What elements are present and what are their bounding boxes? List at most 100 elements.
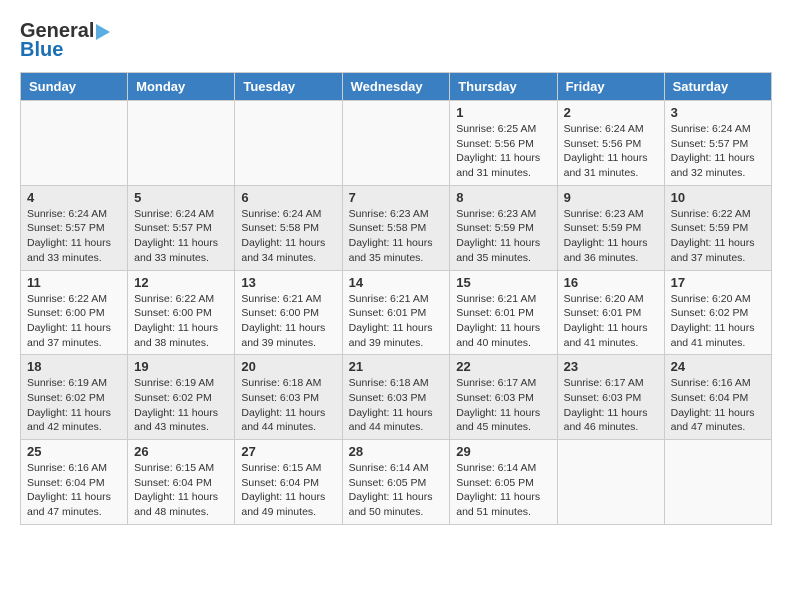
day-info: Sunrise: 6:17 AMSunset: 6:03 PMDaylight:… [456,376,550,435]
day-number: 23 [564,359,658,374]
day-info: Sunrise: 6:21 AMSunset: 6:01 PMDaylight:… [349,292,444,351]
calendar-day-cell: 14 Sunrise: 6:21 AMSunset: 6:01 PMDayligh… [342,270,450,355]
day-info: Sunrise: 6:21 AMSunset: 6:00 PMDaylight:… [241,292,335,351]
day-info: Sunrise: 6:24 AMSunset: 5:58 PMDaylight:… [241,207,335,266]
day-number: 6 [241,190,335,205]
day-number: 15 [456,275,550,290]
day-info: Sunrise: 6:15 AMSunset: 6:04 PMDaylight:… [241,461,335,520]
calendar-day-cell: 9 Sunrise: 6:23 AMSunset: 5:59 PMDaylight… [557,185,664,270]
day-number: 8 [456,190,550,205]
day-info: Sunrise: 6:22 AMSunset: 6:00 PMDaylight:… [134,292,228,351]
calendar-day-cell: 19 Sunrise: 6:19 AMSunset: 6:02 PMDayligh… [128,355,235,440]
day-number: 20 [241,359,335,374]
day-number: 25 [27,444,121,459]
calendar-day-cell: 4Sunrise: 6:24 AMSunset: 5:57 PMDaylight… [21,185,128,270]
calendar-day-cell: 11 Sunrise: 6:22 AMSunset: 6:00 PMDayligh… [21,270,128,355]
day-info: Sunrise: 6:16 AMSunset: 6:04 PMDaylight:… [27,461,121,520]
day-number: 16 [564,275,658,290]
day-info: Sunrise: 6:25 AMSunset: 5:56 PMDaylight:… [456,122,550,181]
calendar-week-row: 25 Sunrise: 6:16 AMSunset: 6:04 PMDayligh… [21,440,772,525]
day-info: Sunrise: 6:14 AMSunset: 6:05 PMDaylight:… [456,461,550,520]
calendar-header-row: SundayMondayTuesdayWednesdayThursdayFrid… [21,73,772,101]
day-of-week-header: Wednesday [342,73,450,101]
day-info: Sunrise: 6:18 AMSunset: 6:03 PMDaylight:… [349,376,444,435]
day-number: 14 [349,275,444,290]
day-number: 22 [456,359,550,374]
day-number: 26 [134,444,228,459]
calendar-day-cell: 10 Sunrise: 6:22 AMSunset: 5:59 PMDayligh… [664,185,771,270]
calendar-day-cell: 21 Sunrise: 6:18 AMSunset: 6:03 PMDayligh… [342,355,450,440]
day-number: 12 [134,275,228,290]
day-info: Sunrise: 6:17 AMSunset: 6:03 PMDaylight:… [564,376,658,435]
calendar-day-cell [21,101,128,186]
day-info: Sunrise: 6:20 AMSunset: 6:01 PMDaylight:… [564,292,658,351]
day-number: 13 [241,275,335,290]
day-info: Sunrise: 6:24 AMSunset: 5:57 PMDaylight:… [134,207,228,266]
calendar-day-cell: 23 Sunrise: 6:17 AMSunset: 6:03 PMDayligh… [557,355,664,440]
calendar-day-cell: 16 Sunrise: 6:20 AMSunset: 6:01 PMDayligh… [557,270,664,355]
calendar-day-cell: 20 Sunrise: 6:18 AMSunset: 6:03 PMDayligh… [235,355,342,440]
day-number: 19 [134,359,228,374]
calendar-day-cell: 24 Sunrise: 6:16 AMSunset: 6:04 PMDayligh… [664,355,771,440]
day-of-week-header: Tuesday [235,73,342,101]
day-info: Sunrise: 6:19 AMSunset: 6:02 PMDaylight:… [27,376,121,435]
calendar-day-cell: 17 Sunrise: 6:20 AMSunset: 6:02 PMDayligh… [664,270,771,355]
calendar-day-cell [557,440,664,525]
day-info: Sunrise: 6:20 AMSunset: 6:02 PMDaylight:… [671,292,765,351]
day-of-week-header: Thursday [450,73,557,101]
day-number: 3 [671,105,765,120]
day-number: 2 [564,105,658,120]
day-number: 24 [671,359,765,374]
logo-chevron-icon [96,24,110,40]
day-info: Sunrise: 6:15 AMSunset: 6:04 PMDaylight:… [134,461,228,520]
calendar-day-cell: 18Sunrise: 6:19 AMSunset: 6:02 PMDayligh… [21,355,128,440]
day-number: 10 [671,190,765,205]
day-info: Sunrise: 6:23 AMSunset: 5:59 PMDaylight:… [564,207,658,266]
day-number: 4 [27,190,121,205]
logo: General Blue [20,20,110,62]
day-info: Sunrise: 6:23 AMSunset: 5:58 PMDaylight:… [349,207,444,266]
calendar-day-cell: 1Sunrise: 6:25 AMSunset: 5:56 PMDaylight… [450,101,557,186]
calendar-day-cell: 27 Sunrise: 6:15 AMSunset: 6:04 PMDayligh… [235,440,342,525]
calendar-day-cell: 7 Sunrise: 6:23 AMSunset: 5:58 PMDaylight… [342,185,450,270]
calendar-table: SundayMondayTuesdayWednesdayThursdayFrid… [20,72,772,525]
day-of-week-header: Monday [128,73,235,101]
day-number: 28 [349,444,444,459]
calendar-day-cell: 26 Sunrise: 6:15 AMSunset: 6:04 PMDayligh… [128,440,235,525]
day-number: 27 [241,444,335,459]
day-number: 7 [349,190,444,205]
calendar-day-cell: 12 Sunrise: 6:22 AMSunset: 6:00 PMDayligh… [128,270,235,355]
calendar-day-cell: 8Sunrise: 6:23 AMSunset: 5:59 PMDaylight… [450,185,557,270]
calendar-day-cell: 6 Sunrise: 6:24 AMSunset: 5:58 PMDaylight… [235,185,342,270]
calendar-day-cell [235,101,342,186]
calendar-day-cell: 29Sunrise: 6:14 AMSunset: 6:05 PMDayligh… [450,440,557,525]
day-info: Sunrise: 6:14 AMSunset: 6:05 PMDaylight:… [349,461,444,520]
calendar-day-cell: 25 Sunrise: 6:16 AMSunset: 6:04 PMDayligh… [21,440,128,525]
day-of-week-header: Sunday [21,73,128,101]
day-info: Sunrise: 6:19 AMSunset: 6:02 PMDaylight:… [134,376,228,435]
day-number: 17 [671,275,765,290]
day-info: Sunrise: 6:21 AMSunset: 6:01 PMDaylight:… [456,292,550,351]
calendar-week-row: 4 Sunrise: 6:24 AMSunset: 5:57 PMDaylight… [21,185,772,270]
calendar-day-cell: 22 Sunrise: 6:17 AMSunset: 6:03 PMDayligh… [450,355,557,440]
day-info: Sunrise: 6:16 AMSunset: 6:04 PMDaylight:… [671,376,765,435]
day-info: Sunrise: 6:18 AMSunset: 6:03 PMDaylight:… [241,376,335,435]
day-info: Sunrise: 6:22 AMSunset: 6:00 PMDaylight:… [27,292,121,351]
calendar-day-cell: 28 Sunrise: 6:14 AMSunset: 6:05 PMDayligh… [342,440,450,525]
calendar-day-cell: 3 Sunrise: 6:24 AMSunset: 5:57 PMDaylight… [664,101,771,186]
calendar-day-cell [342,101,450,186]
page-header: General Blue [20,20,772,62]
day-number: 5 [134,190,228,205]
calendar-day-cell: 15 Sunrise: 6:21 AMSunset: 6:01 PMDayligh… [450,270,557,355]
day-number: 21 [349,359,444,374]
day-info: Sunrise: 6:22 AMSunset: 5:59 PMDaylight:… [671,207,765,266]
day-info: Sunrise: 6:24 AMSunset: 5:56 PMDaylight:… [564,122,658,181]
day-info: Sunrise: 6:24 AMSunset: 5:57 PMDaylight:… [671,122,765,181]
calendar-day-cell: 2 Sunrise: 6:24 AMSunset: 5:56 PMDaylight… [557,101,664,186]
calendar-day-cell [128,101,235,186]
day-number: 9 [564,190,658,205]
calendar-week-row: 11 Sunrise: 6:22 AMSunset: 6:00 PMDayligh… [21,270,772,355]
calendar-day-cell: 5 Sunrise: 6:24 AMSunset: 5:57 PMDaylight… [128,185,235,270]
day-number: 11 [27,275,121,290]
calendar-week-row: 1Sunrise: 6:25 AMSunset: 5:56 PMDaylight… [21,101,772,186]
